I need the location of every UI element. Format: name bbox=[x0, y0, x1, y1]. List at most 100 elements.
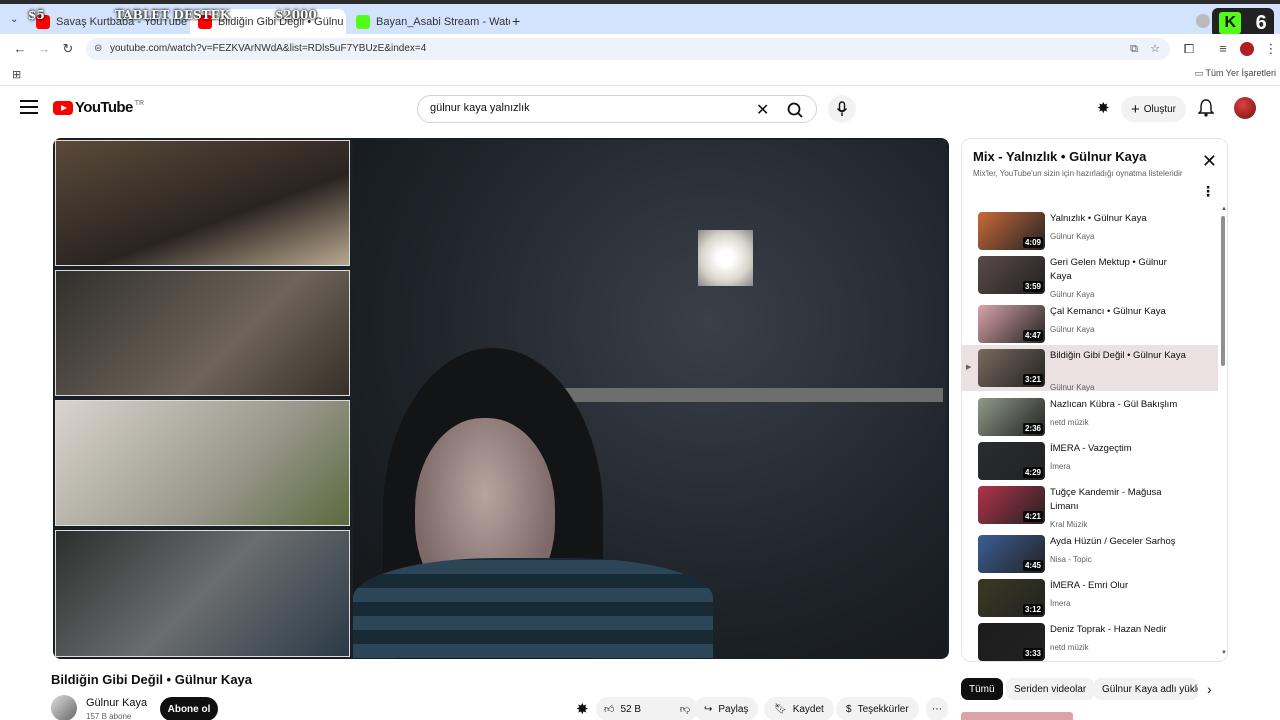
video-collage-singer-panel bbox=[55, 270, 350, 396]
playlist-item-channel: Gülnur Kaya bbox=[1050, 232, 1095, 241]
ai-sparkle-icon[interactable]: ✸ bbox=[576, 700, 589, 718]
video-duration: 4:47 bbox=[1022, 330, 1043, 341]
search-box[interactable]: gülnur kaya yalnızlık ✕ bbox=[417, 95, 817, 123]
voice-search-button[interactable] bbox=[828, 95, 856, 123]
back-icon[interactable]: ← bbox=[11, 40, 29, 58]
address-bar[interactable]: ⊜ youtube.com/watch?v=FEZKVArNWdA&list=R… bbox=[86, 38, 1170, 60]
playlist-item[interactable]: 2:36 Nazlıcan Kübra - Gül Bakışlım netd mü… bbox=[962, 394, 1218, 440]
playlist-thumbnail[interactable]: 3:21 bbox=[978, 349, 1045, 387]
more-vertical-icon[interactable]: ⋮ bbox=[1201, 183, 1215, 200]
share-button[interactable]: ↪ Paylaş bbox=[694, 697, 759, 720]
playlist-item[interactable]: 4:09 Yalnızlık • Gülnur Kaya Gülnur Kaya bbox=[962, 208, 1218, 254]
reload-icon[interactable]: ↻ bbox=[59, 40, 77, 58]
playlist-scrollbar[interactable] bbox=[1221, 216, 1225, 366]
playlist-thumbnail[interactable]: 4:09 bbox=[978, 212, 1045, 250]
media-control-icon[interactable]: ≡ bbox=[1214, 40, 1232, 58]
playlist-item-title[interactable]: Tuğçe Kandemir - Mağusa Limanı bbox=[1050, 486, 1190, 514]
extensions-icon[interactable]: ⧠ bbox=[1180, 40, 1198, 58]
playlist-item[interactable]: 4:45 Ayda Hüzün / Geceler Sarhoş Nisa - To… bbox=[962, 531, 1218, 577]
playlist-item-channel: Gülnur Kaya bbox=[1050, 325, 1095, 334]
profile-avatar-icon[interactable] bbox=[1240, 42, 1254, 56]
notifications-bell-icon[interactable] bbox=[1197, 99, 1218, 119]
new-tab-icon[interactable]: + bbox=[512, 13, 520, 29]
close-icon[interactable]: ✕ bbox=[1202, 151, 1217, 172]
video-player[interactable] bbox=[53, 138, 949, 659]
playlist-item-channel: Kral Müzik bbox=[1050, 520, 1088, 529]
playlist-item[interactable]: 3:59 Geri Gelen Mektup • Gülnur Kaya Gülnu… bbox=[962, 252, 1218, 300]
video-duration: 3:12 bbox=[1022, 604, 1043, 615]
playlist-item-title[interactable]: Yalnızlık • Gülnur Kaya bbox=[1050, 212, 1190, 226]
chevron-right-icon[interactable]: › bbox=[1207, 681, 1212, 697]
playlist-thumbnail[interactable]: 2:36 bbox=[978, 398, 1045, 436]
playlist-item[interactable]: 3:12 İMERA - Emri Olur İmera bbox=[962, 575, 1218, 621]
like-icon[interactable]: 👍︎ bbox=[604, 703, 614, 715]
related-video-thumbnail[interactable] bbox=[961, 712, 1073, 720]
video-duration: 4:09 bbox=[1022, 237, 1043, 248]
playlist-thumbnail[interactable]: 4:47 bbox=[978, 305, 1045, 343]
all-bookmarks[interactable]: ▭ Tüm Yer İşaretleri bbox=[1195, 68, 1276, 79]
playlist-thumbnail[interactable]: 3:12 bbox=[978, 579, 1045, 617]
dislike-icon[interactable]: 👎︎ bbox=[680, 703, 690, 715]
playlist-item-title[interactable]: Deniz Toprak - Hazan Nedir bbox=[1050, 623, 1190, 637]
scroll-down-icon[interactable]: ▼ bbox=[1221, 650, 1227, 656]
kick-favicon bbox=[356, 15, 370, 29]
subscriber-count: 157 B abone bbox=[86, 712, 132, 720]
video-collage-instrument-panel bbox=[55, 530, 350, 657]
scroll-up-icon[interactable]: ▲ bbox=[1221, 206, 1227, 212]
playlist-item-title[interactable]: Nazlıcan Kübra - Gül Bakışlım bbox=[1050, 398, 1190, 412]
playlist-item[interactable]: 3:33 Deniz Toprak - Hazan Nedir netd müzik bbox=[962, 619, 1218, 661]
tab-strip: ⌄ Savaş Kurtbaba - YouTube ✕ Bildiğin Gi… bbox=[0, 0, 1280, 38]
playlist-item-title[interactable]: Çal Kemancı • Gülnur Kaya bbox=[1050, 305, 1190, 319]
subscribe-button[interactable]: Abone ol bbox=[160, 697, 218, 720]
more-actions-button[interactable]: ⋯ bbox=[926, 697, 948, 720]
bookmarks-bar: ⊞ ▭ Tüm Yer İşaretleri bbox=[0, 64, 1280, 86]
clear-search-icon[interactable]: ✕ bbox=[756, 100, 769, 120]
forward-icon[interactable]: → bbox=[35, 40, 53, 58]
search-icon[interactable] bbox=[784, 100, 808, 120]
hamburger-menu-icon[interactable] bbox=[20, 100, 38, 114]
channel-name[interactable]: Gülnur Kaya bbox=[86, 697, 147, 709]
microphone-icon bbox=[836, 101, 848, 116]
chip-channel-uploads[interactable]: Gülnur Kaya adlı yükle bbox=[1094, 678, 1198, 700]
ai-sparkle-icon[interactable]: ✸ bbox=[1097, 99, 1117, 119]
playlist-item[interactable]: 4:47 Çal Kemancı • Gülnur Kaya Gülnur Kaya bbox=[962, 301, 1218, 347]
playlist-thumbnail[interactable]: 4:21 bbox=[978, 486, 1045, 524]
create-button[interactable]: + Oluştur bbox=[1121, 96, 1186, 122]
star-icon[interactable]: ☆ bbox=[1150, 38, 1160, 60]
site-info-icon[interactable]: ⊜ bbox=[94, 38, 102, 60]
channel-avatar[interactable] bbox=[51, 695, 77, 720]
tab-search-icon[interactable]: ⌄ bbox=[10, 14, 18, 25]
search-input[interactable]: gülnur kaya yalnızlık bbox=[430, 102, 530, 114]
playlist-item[interactable]: ▶ 3:21 Bildiğin Gibi Değil • Gülnur Kaya Gü… bbox=[962, 345, 1218, 392]
thanks-button[interactable]: $ Teşekkürler bbox=[836, 697, 919, 720]
playlist-thumbnail[interactable]: 4:45 bbox=[978, 535, 1045, 573]
video-duration: 3:21 bbox=[1022, 374, 1043, 385]
profile-icon[interactable] bbox=[1196, 14, 1210, 28]
chip-all[interactable]: Tümü bbox=[961, 678, 1003, 700]
playlist-item-title[interactable]: Ayda Hüzün / Geceler Sarhoş bbox=[1050, 535, 1190, 549]
share-icon: ↪ bbox=[704, 703, 713, 715]
install-icon[interactable]: ⧉ bbox=[1130, 38, 1138, 60]
tab-label: Bayan_Asabi Stream - Watch Li bbox=[376, 16, 510, 28]
playlist-title[interactable]: Mix - Yalnızlık • Gülnur Kaya bbox=[973, 149, 1146, 164]
playlist-item-title[interactable]: Bildiğin Gibi Değil • Gülnur Kaya bbox=[1050, 349, 1190, 363]
youtube-logo[interactable]: YouTube TR bbox=[53, 99, 144, 116]
playlist-item-title[interactable]: İMERA - Emri Olur bbox=[1050, 579, 1190, 593]
chip-series[interactable]: Seriden videolar bbox=[1006, 678, 1095, 700]
tab-kick-stream[interactable]: Bayan_Asabi Stream - Watch Li ✕ bbox=[348, 9, 510, 35]
playlist-thumbnail[interactable]: 3:33 bbox=[978, 623, 1045, 661]
like-count[interactable]: 52 B bbox=[620, 704, 641, 715]
playlist-item[interactable]: 4:21 Tuğçe Kandemir - Mağusa Limanı Kral M… bbox=[962, 482, 1218, 530]
share-label: Paylaş bbox=[718, 703, 749, 715]
playlist-thumbnail[interactable]: 4:29 bbox=[978, 442, 1045, 480]
playlist-item[interactable]: 4:29 İMERA - Vazgeçtim İmera bbox=[962, 438, 1218, 484]
playlist-thumbnail[interactable]: 3:59 bbox=[978, 256, 1045, 294]
playlist-item-title[interactable]: İMERA - Vazgeçtim bbox=[1050, 442, 1190, 456]
save-button[interactable]: 🔖︎ Kaydet bbox=[764, 697, 834, 720]
apps-grid-icon[interactable]: ⊞ bbox=[12, 68, 21, 81]
account-avatar[interactable] bbox=[1234, 97, 1256, 119]
menu-icon[interactable]: ⋮ bbox=[1262, 40, 1280, 58]
playlist-item-title[interactable]: Geri Gelen Mektup • Gülnur Kaya bbox=[1050, 256, 1190, 284]
all-bookmarks-label: Tüm Yer İşaretleri bbox=[1205, 68, 1276, 78]
bookmark-icon: 🔖︎ bbox=[774, 703, 787, 715]
